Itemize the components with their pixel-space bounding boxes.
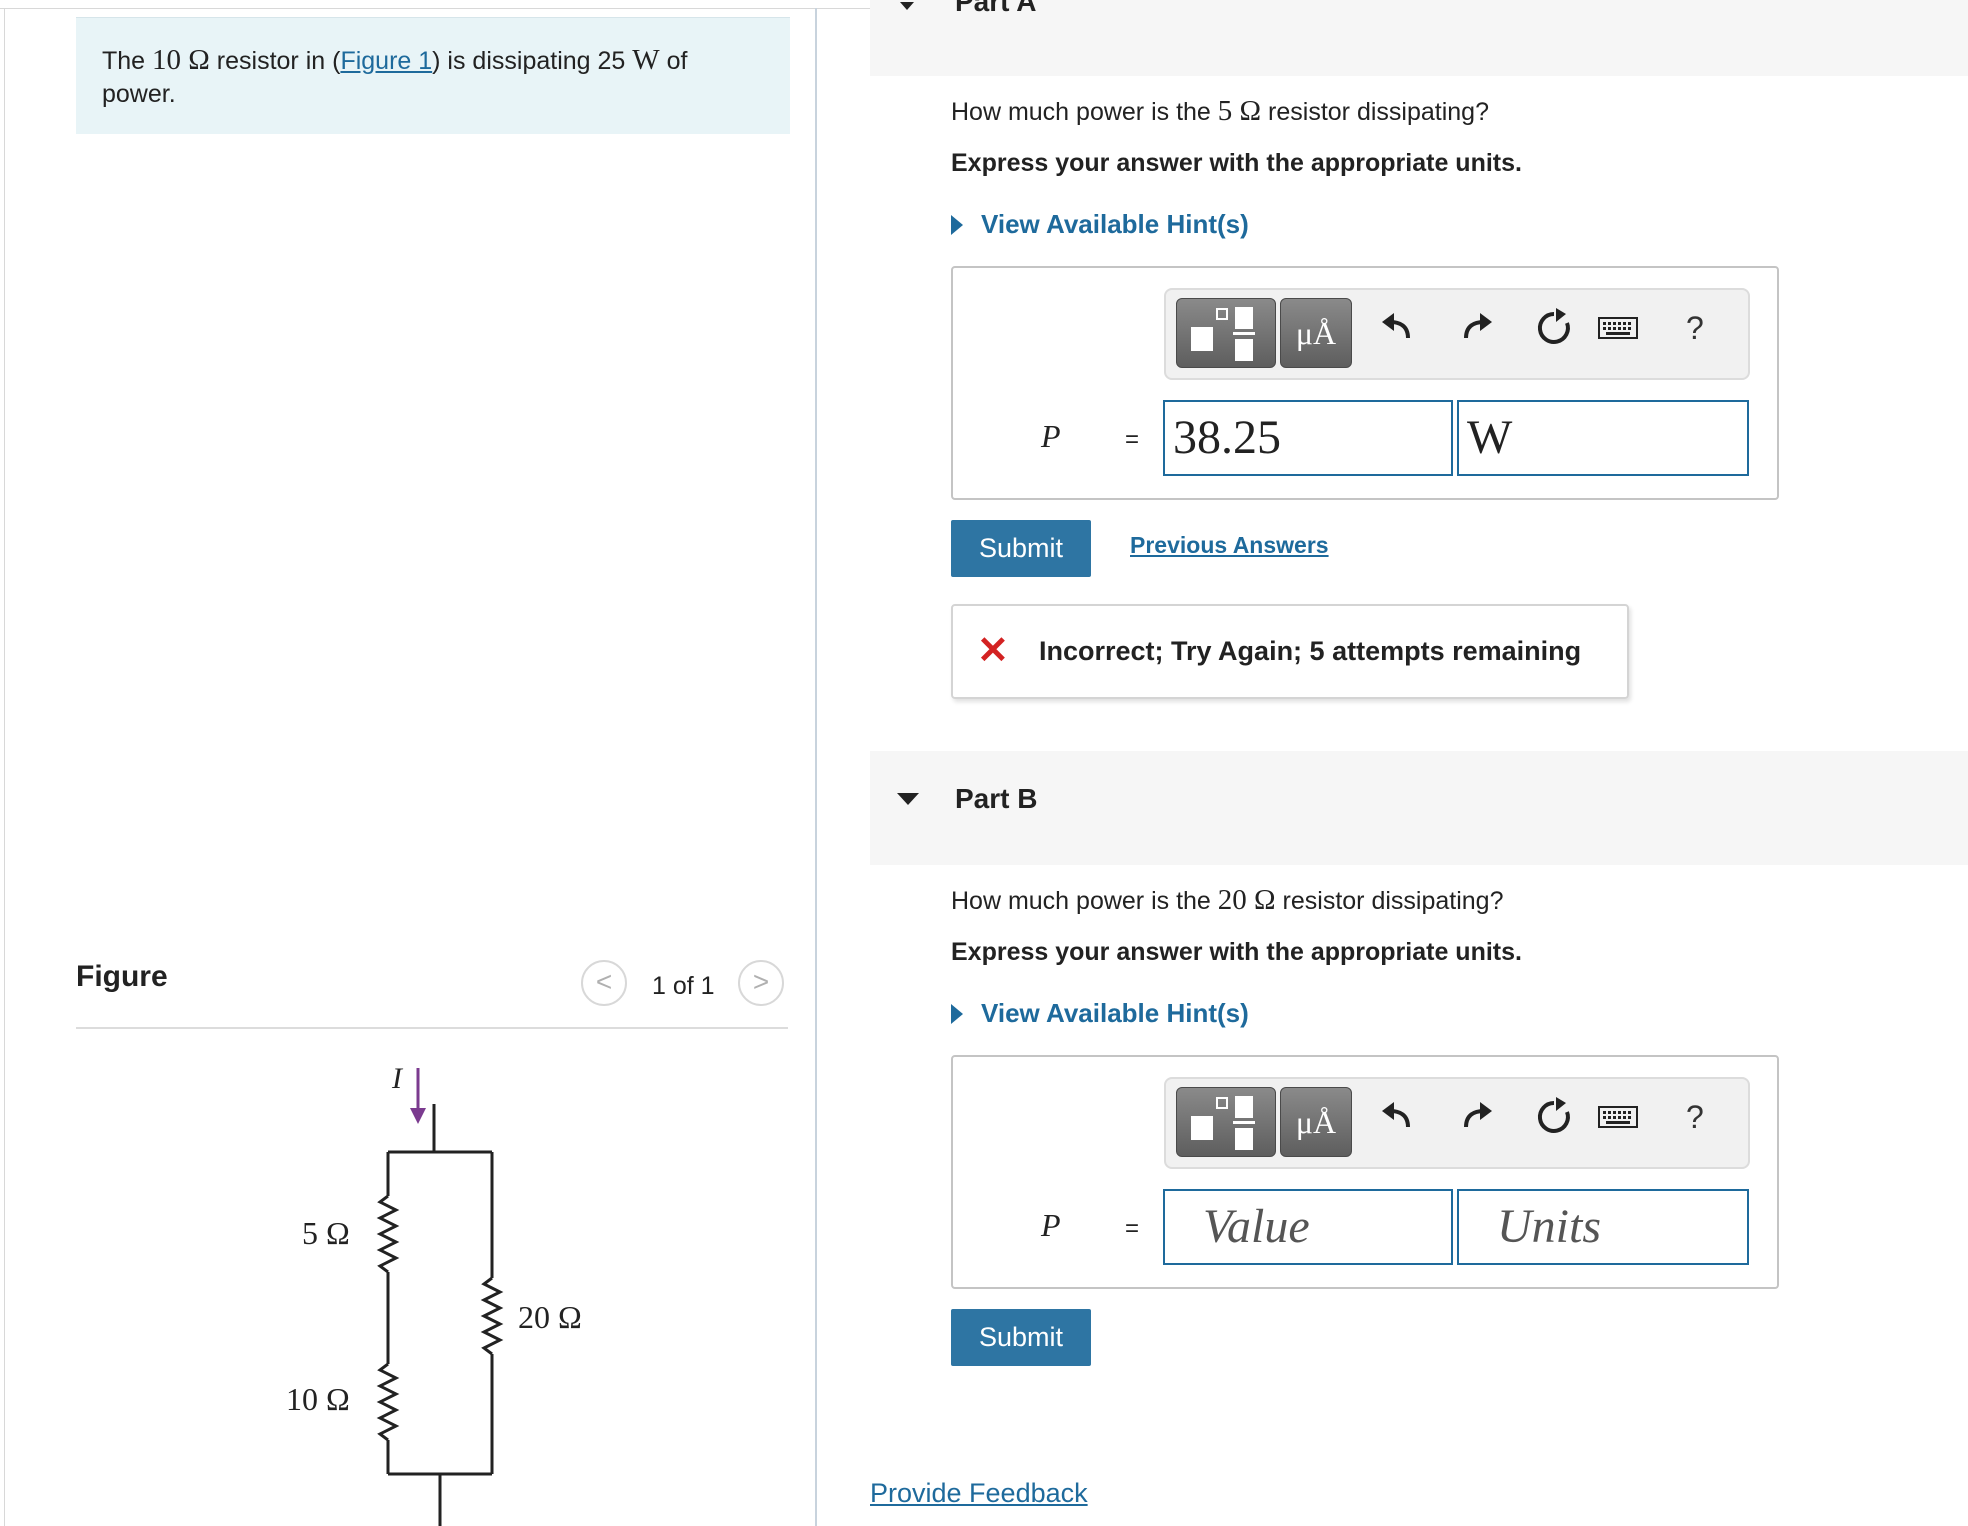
current-arrow-head (410, 1108, 426, 1124)
part-a-math-toolbar: μÅ ? (1164, 288, 1750, 380)
part-b-equals: = (1125, 1215, 1140, 1242)
keyboard-icon[interactable] (1596, 308, 1640, 348)
part-a-title: Part A (955, 0, 1037, 17)
incorrect-icon: ✕ (977, 630, 1009, 672)
part-a-instructions: Express your answer with the appropriate… (951, 149, 1522, 177)
figure-prev-button[interactable]: < (581, 960, 627, 1006)
keyboard-icon[interactable] (1596, 1097, 1640, 1137)
part-b-variable: P (1041, 1207, 1061, 1243)
resistor-20-label: 20 Ω (518, 1299, 582, 1335)
part-b-instructions: Express your answer with the appropriate… (951, 938, 1522, 966)
resistor-10-label: 10 Ω (286, 1381, 350, 1417)
value-placeholder: Value (1203, 1200, 1310, 1253)
problem-statement: The 10 Ω resistor in (Figure 1) is dissi… (76, 17, 790, 134)
chevron-right-icon: > (752, 966, 770, 997)
part-a-hint-label: View Available Hint(s) (981, 209, 1249, 239)
templates-icon (1191, 1096, 1255, 1150)
problem-resistance: 10 Ω (152, 44, 210, 76)
part-b-answer-box: μÅ ? P = Value Units (951, 1055, 1779, 1289)
units-button[interactable]: μÅ (1280, 298, 1352, 368)
part-b-hint-toggle[interactable]: View Available Hint(s) (951, 998, 1249, 1029)
feedback-message: Incorrect; Try Again; 5 attempts remaini… (1039, 636, 1582, 666)
caret-down-icon (897, 793, 919, 805)
undo-icon[interactable] (1378, 1097, 1418, 1137)
part-a-question: How much power is the 5 Ω resistor dissi… (951, 95, 1489, 128)
caret-down-icon (900, 2, 914, 10)
circuit-diagram: I 5 Ω 10 Ω 20 Ω (286, 1062, 582, 1526)
resistor-10-ohm (376, 1362, 400, 1442)
reset-icon[interactable] (1534, 1097, 1574, 1137)
part-a-submit-button[interactable]: Submit (951, 520, 1091, 577)
current-label: I (391, 1062, 404, 1095)
part-b-question-after: resistor dissipating? (1275, 887, 1504, 915)
triangle-right-icon (951, 215, 963, 235)
redo-icon[interactable] (1456, 1097, 1496, 1137)
figure-title: Figure (76, 960, 168, 993)
problem-text-after-link: ) is dissipating 25 (432, 47, 633, 75)
figure-next-button[interactable]: > (738, 960, 784, 1006)
part-a-feedback: ✕ Incorrect; Try Again; 5 attempts remai… (951, 604, 1629, 699)
left-border (4, 8, 5, 1526)
part-b-submit-button[interactable]: Submit (951, 1309, 1091, 1366)
templates-button[interactable] (1176, 1087, 1276, 1157)
part-b-hint-label: View Available Hint(s) (981, 998, 1249, 1028)
part-a-variable: P (1041, 418, 1061, 454)
part-a-question-value: 5 Ω (1217, 95, 1262, 127)
resistor-20-ohm (480, 1276, 504, 1356)
part-b-question-value: 20 Ω (1217, 884, 1276, 916)
part-b-units-input[interactable]: Units (1457, 1189, 1749, 1265)
part-b-question: How much power is the 20 Ω resistor diss… (951, 884, 1503, 917)
provide-feedback-link[interactable]: Provide Feedback (870, 1478, 1088, 1509)
part-b-title: Part B (955, 783, 1038, 814)
problem-text-before: The (102, 47, 153, 75)
part-a-answer-box: μÅ ? P = 38.25 W (951, 266, 1779, 500)
part-a-question-before: How much power is the (951, 98, 1218, 126)
problem-unit: W (632, 44, 660, 76)
triangle-right-icon (951, 1004, 963, 1024)
help-button[interactable]: ? (1686, 310, 1704, 347)
redo-icon[interactable] (1456, 308, 1496, 348)
figure-divider (76, 1027, 788, 1029)
help-button[interactable]: ? (1686, 1099, 1704, 1136)
part-b-question-before: How much power is the (951, 887, 1218, 915)
units-placeholder: Units (1497, 1200, 1602, 1253)
chevron-left-icon: < (595, 966, 613, 997)
undo-icon[interactable] (1378, 308, 1418, 348)
part-b-value-input[interactable]: Value (1163, 1189, 1453, 1265)
part-a-question-after: resistor dissipating? (1261, 98, 1489, 126)
resistor-5-ohm (376, 1194, 400, 1274)
units-button[interactable]: μÅ (1280, 1087, 1352, 1157)
part-a-units-input[interactable]: W (1457, 400, 1749, 476)
figure-counter: 1 of 1 (652, 972, 715, 1000)
part-a-hint-toggle[interactable]: View Available Hint(s) (951, 209, 1249, 240)
templates-icon (1191, 307, 1255, 361)
panel-divider[interactable] (815, 8, 817, 1526)
part-b-math-toolbar: μÅ ? (1164, 1077, 1750, 1169)
resistor-5-label: 5 Ω (302, 1215, 350, 1251)
reset-icon[interactable] (1534, 308, 1574, 348)
problem-text-middle: resistor in ( (209, 47, 341, 75)
part-a-equals: = (1125, 426, 1140, 453)
previous-answers-link[interactable]: Previous Answers (1130, 532, 1329, 559)
templates-button[interactable] (1176, 298, 1276, 368)
figure-link[interactable]: Figure 1 (340, 47, 432, 75)
part-a-value-input[interactable]: 38.25 (1163, 400, 1453, 476)
